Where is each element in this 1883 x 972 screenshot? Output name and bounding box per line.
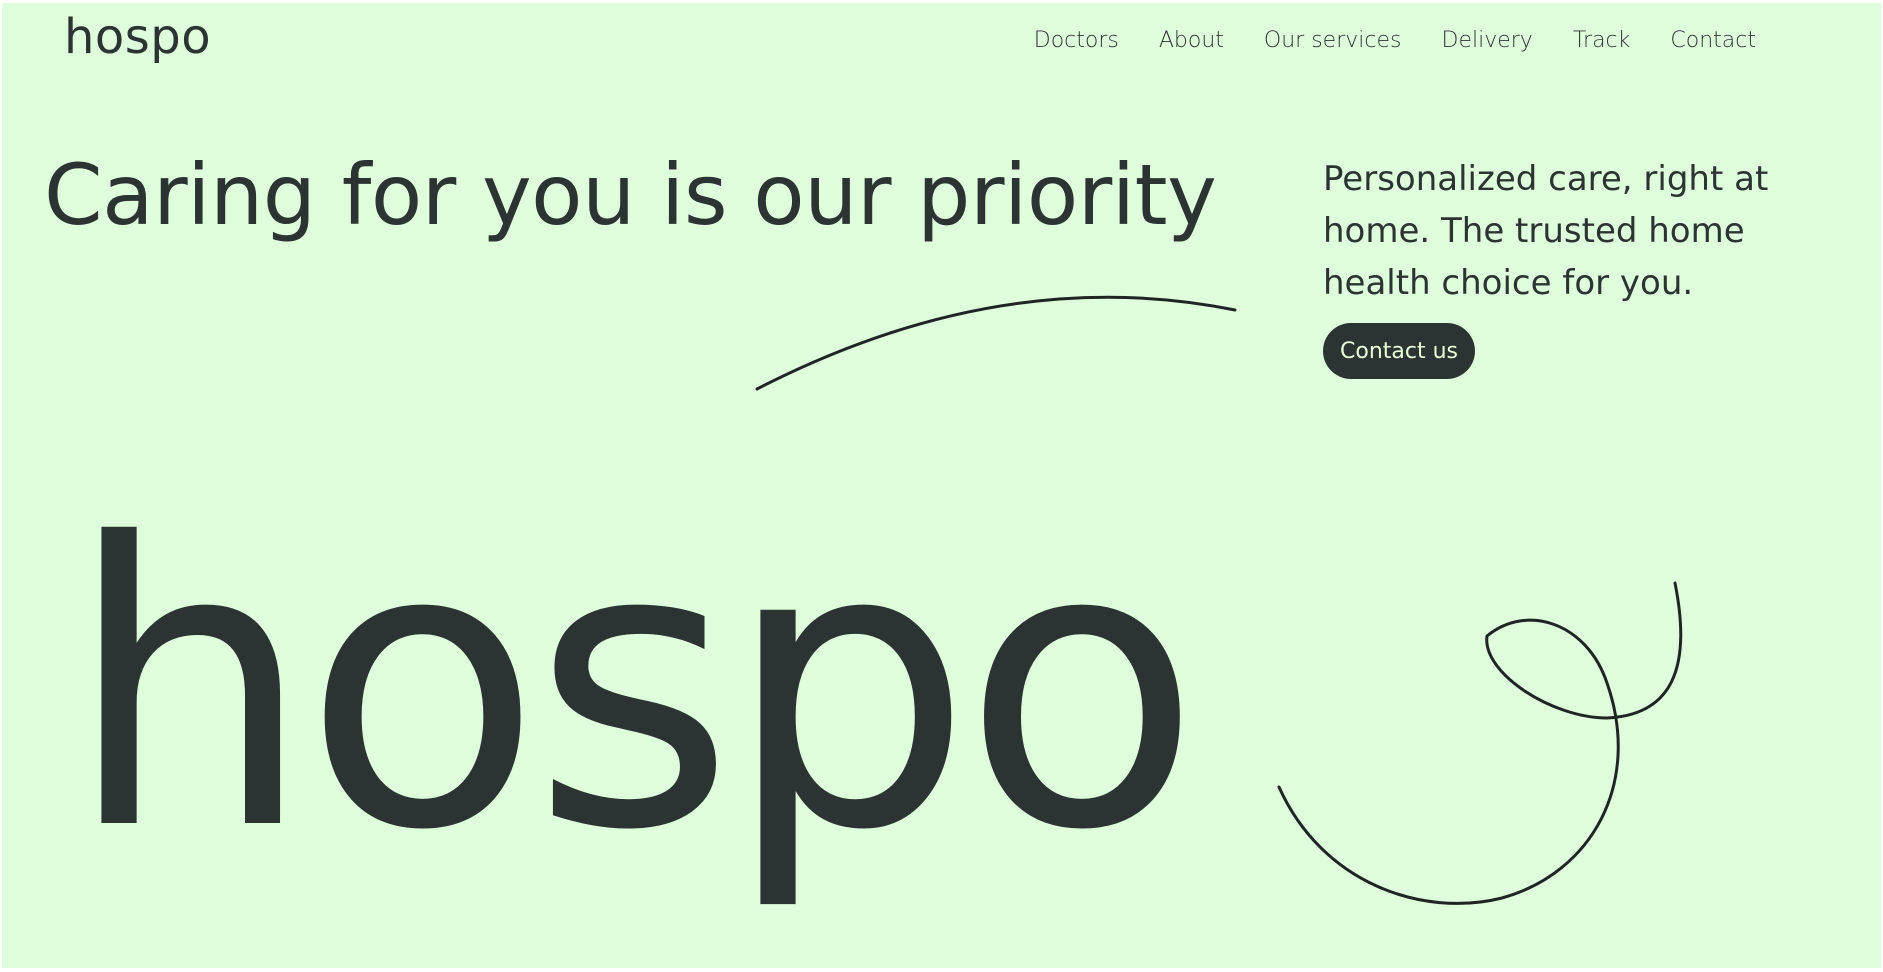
brand-logo[interactable]: hospo: [64, 13, 211, 61]
nav-link-about[interactable]: About: [1159, 28, 1224, 53]
hero-headline: Caring for you is our priority: [44, 146, 1217, 244]
hero-tagline: Personalized care, right at home. The tr…: [1323, 159, 1769, 303]
nav-link-delivery[interactable]: Delivery: [1442, 28, 1533, 53]
nav-link-track[interactable]: Track: [1573, 28, 1631, 53]
landing-page: hospo Doctors About Our services Deliver…: [2, 3, 1881, 968]
decorative-loop-curve: [1277, 581, 1683, 905]
hero-wordmark: hospo: [66, 461, 1201, 915]
contact-us-button[interactable]: Contact us: [1323, 323, 1475, 379]
nav-link-our-services[interactable]: Our services: [1264, 28, 1402, 53]
nav-link-contact[interactable]: Contact: [1670, 28, 1756, 53]
decorative-arc-curve: [755, 295, 1237, 391]
main-nav: Doctors About Our services Delivery Trac…: [1034, 28, 1756, 53]
nav-link-doctors[interactable]: Doctors: [1034, 28, 1119, 53]
